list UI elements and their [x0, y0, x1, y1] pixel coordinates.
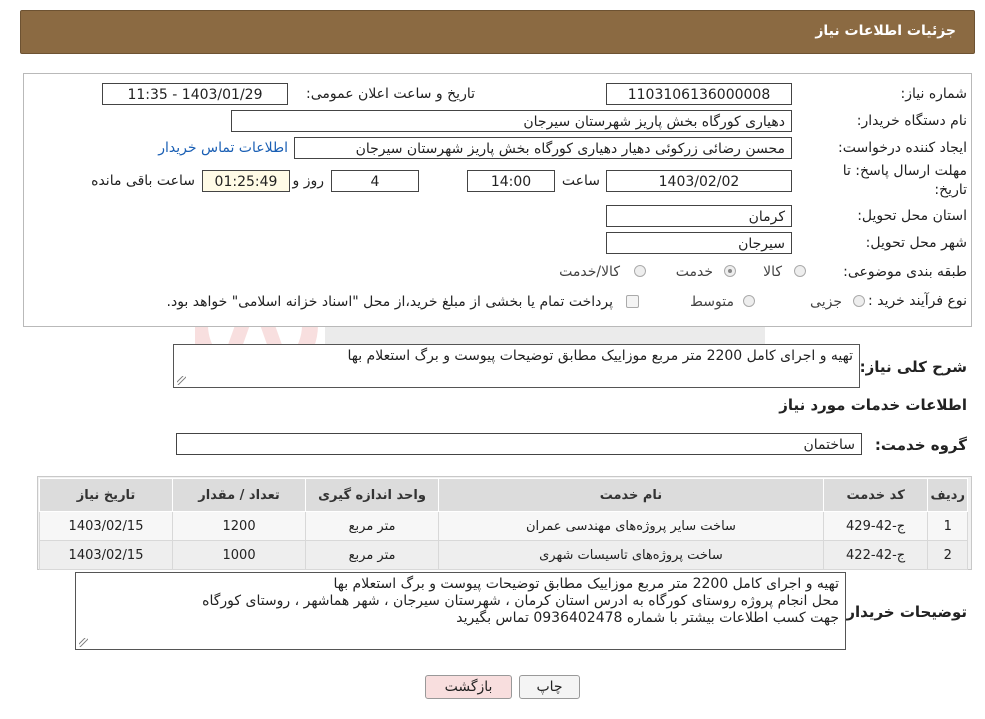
buyer-notes-line-3: جهت کسب اطلاعات بیشتر با شماره 093640247… — [456, 610, 839, 626]
service-group-label: گروه خدمت: — [874, 436, 967, 454]
cell-need-date: 1403/02/15 — [38, 511, 174, 541]
summary-text: تهیه و اجرای کامل 2200 متر مربع موزاییک … — [347, 348, 853, 364]
category-label: طبقه بندی موضوعی: — [843, 264, 967, 280]
announce-datetime-field: 1403/01/29 - 11:35 — [102, 83, 288, 105]
process-radio-medium[interactable] — [743, 295, 755, 307]
page-header: جزئیات اطلاعات نیاز — [20, 10, 975, 54]
creator-field: محسن رضائی زرکوئی دهیار دهیاری کورگاه بخ… — [294, 137, 792, 159]
days-label: روز و — [292, 173, 325, 189]
cell-unit: متر مربع — [305, 511, 440, 541]
buyer-org-field: دهیاری کورگاه بخش پاریز شهرستان سیرجان — [231, 110, 792, 132]
process-label: نوع فرآیند خرید : — [868, 293, 967, 309]
cell-service-name: ساخت پروژه‌های تاسیسات شهری — [438, 540, 824, 570]
buyer-notes-line-1: تهیه و اجرای کامل 2200 متر مربع موزاییک … — [333, 576, 839, 592]
city-field: سیرجان — [606, 232, 792, 254]
remaining-label: ساعت باقی مانده — [91, 173, 195, 189]
deadline-label-line1: مهلت ارسال پاسخ: تا — [842, 163, 967, 179]
time-label: ساعت — [561, 173, 600, 189]
announce-label: تاریخ و ساعت اعلان عمومی: — [306, 86, 475, 102]
table-header-row: ردیف کد خدمت نام خدمت واحد اندازه گیری ت… — [38, 478, 968, 512]
table-row: 2 ج-42-422 ساخت پروژه‌های تاسیسات شهری م… — [38, 540, 968, 570]
summary-textarea: تهیه و اجرای کامل 2200 متر مربع موزاییک … — [173, 344, 860, 388]
cell-row-number: 1 — [927, 511, 968, 541]
col-unit: واحد اندازه گیری — [305, 478, 440, 512]
cell-service-code: ج-42-429 — [822, 511, 929, 541]
buyer-notes-textarea: تهیه و اجرای کامل 2200 متر مربع موزاییک … — [75, 572, 846, 650]
deadline-time-field: 14:00 — [467, 170, 555, 192]
category-radio-service[interactable] — [724, 265, 736, 277]
process-option-minor: جزیی — [810, 294, 842, 310]
process-radio-minor[interactable] — [853, 295, 865, 307]
col-row-number: ردیف — [927, 478, 968, 512]
back-button[interactable]: بازگشت — [425, 675, 512, 699]
services-table: ردیف کد خدمت نام خدمت واحد اندازه گیری ت… — [38, 478, 968, 570]
category-radio-goods-service[interactable] — [634, 265, 646, 277]
page-title: جزئیات اطلاعات نیاز — [815, 23, 956, 39]
category-radio-goods[interactable] — [794, 265, 806, 277]
buyer-notes-label: توضیحات خریدار: — [840, 603, 967, 621]
deadline-date-field: 1403/02/02 — [606, 170, 792, 192]
deadline-label-line2: تاریخ: — [934, 182, 967, 198]
category-option-service: خدمت — [675, 264, 713, 280]
table-row: 1 ج-42-429 ساخت سایر پروژه‌های مهندسی عم… — [38, 511, 968, 541]
col-quantity: تعداد / مقدار — [172, 478, 307, 512]
remaining-time-field: 01:25:49 — [202, 170, 290, 192]
cell-unit: متر مربع — [305, 540, 440, 570]
cell-quantity: 1000 — [172, 540, 307, 570]
cell-service-code: ج-42-422 — [822, 540, 929, 570]
buyer-notes-line-2: محل انجام پروژه روستای کورگاه به ادرس اس… — [202, 593, 839, 609]
need-number-label: شماره نیاز: — [900, 86, 968, 102]
resize-grip-icon[interactable] — [79, 638, 88, 647]
cell-need-date: 1403/02/15 — [38, 540, 174, 570]
cell-row-number: 2 — [927, 540, 968, 570]
province-label: استان محل تحویل: — [857, 208, 967, 224]
buyer-contact-link[interactable]: اطلاعات تماس خریدار — [158, 140, 288, 156]
category-option-goods: کالا — [763, 264, 782, 280]
creator-label: ایجاد کننده درخواست: — [838, 140, 967, 156]
col-service-name: نام خدمت — [438, 478, 824, 512]
cell-quantity: 1200 — [172, 511, 307, 541]
service-group-field: ساختمان — [176, 433, 862, 455]
process-option-medium: متوسط — [690, 294, 734, 310]
category-option-goods-service: کالا/خدمت — [559, 264, 620, 280]
print-button[interactable]: چاپ — [519, 675, 580, 699]
resize-grip-icon[interactable] — [177, 376, 186, 385]
cell-service-name: ساخت سایر پروژه‌های مهندسی عمران — [438, 511, 824, 541]
col-service-code: کد خدمت — [822, 478, 929, 512]
need-number-field: 1103106136000008 — [606, 83, 792, 105]
city-label: شهر محل تحویل: — [865, 235, 967, 251]
services-section-title: اطلاعات خدمات مورد نیاز — [779, 396, 967, 414]
treasury-payment-checkbox[interactable] — [626, 295, 639, 308]
treasury-payment-note: پرداخت تمام یا بخشی از مبلغ خرید،از محل … — [166, 294, 613, 310]
col-need-date: تاریخ نیاز — [38, 478, 174, 512]
summary-label: شرح کلی نیاز: — [859, 358, 967, 376]
days-field: 4 — [331, 170, 419, 192]
buyer-org-label: نام دستگاه خریدار: — [856, 113, 967, 129]
province-field: کرمان — [606, 205, 792, 227]
